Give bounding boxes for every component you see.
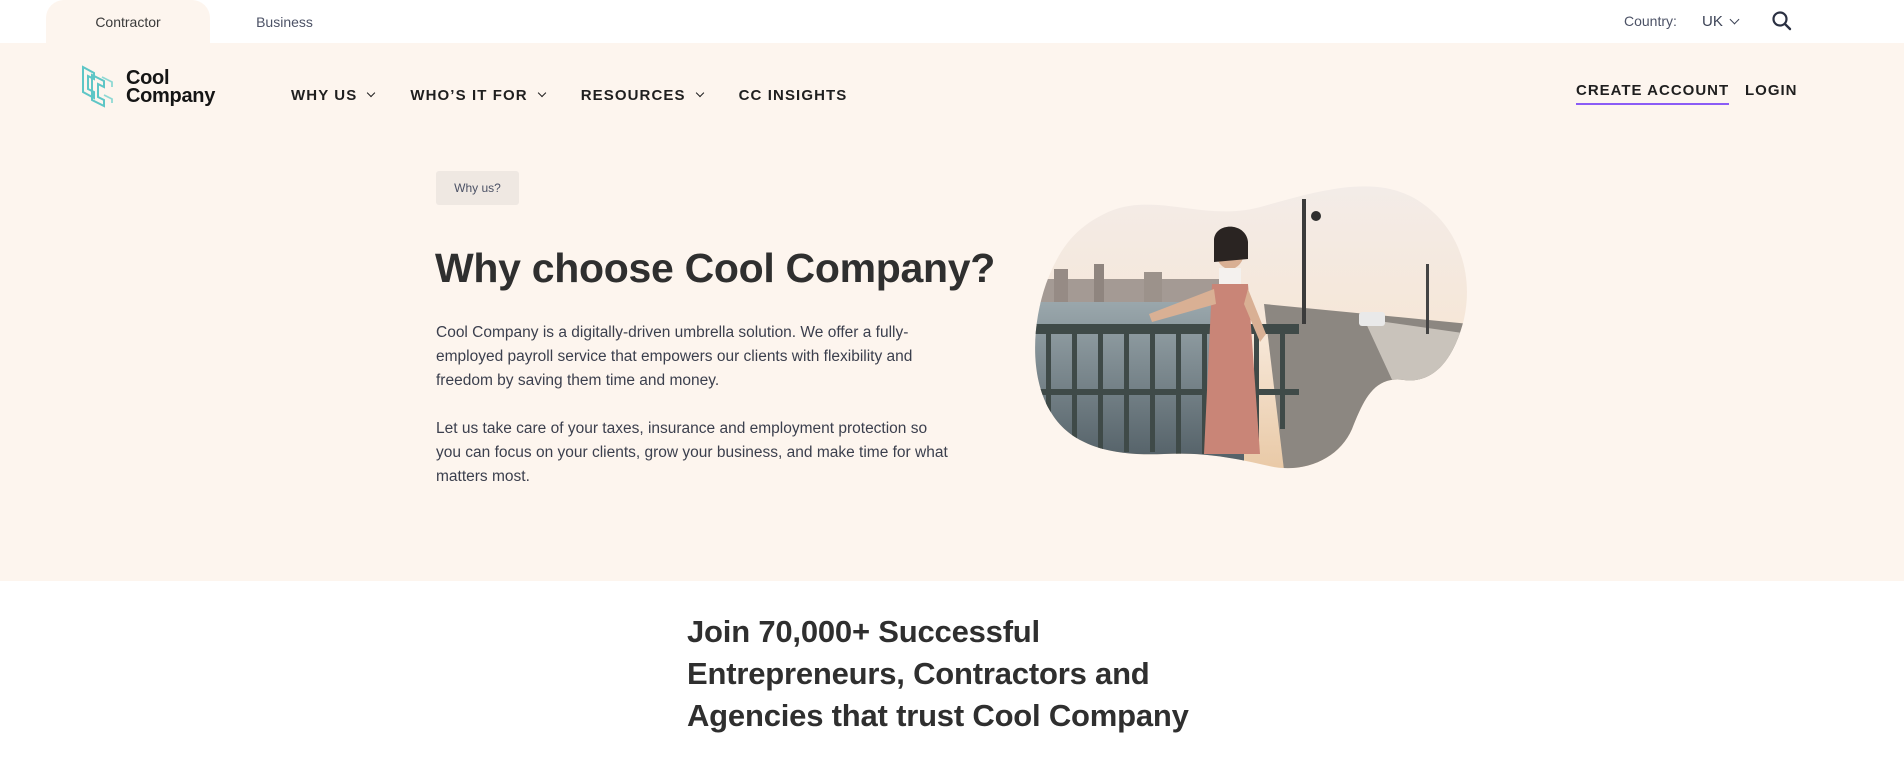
main-navigation: WHY US WHO’S IT FOR RESOURCES CC INSIGHT…	[291, 82, 883, 108]
chevron-down-icon	[367, 88, 376, 98]
trust-heading: Join 70,000+ Successful Entrepreneurs, C…	[687, 614, 1189, 733]
chevron-down-icon	[537, 88, 546, 98]
nav-cc-insights[interactable]: CC INSIGHTS	[739, 82, 848, 108]
nav-label: CC INSIGHTS	[738, 86, 848, 104]
search-icon[interactable]	[1771, 10, 1793, 32]
chevron-down-icon	[695, 88, 704, 98]
logo-line-2: Company	[126, 85, 216, 107]
hero-photo	[1035, 186, 1467, 469]
top-utility-bar: Contractor Business Country: UK	[0, 0, 1904, 43]
country-label: Country:	[1624, 13, 1677, 29]
create-account-link[interactable]: CREATE ACCOUNT	[1576, 82, 1730, 105]
nav-why-us[interactable]: WHY US	[291, 82, 376, 108]
logo-wordmark: Cool Company	[126, 68, 216, 107]
hero-title: Why choose Cool Company?	[435, 245, 995, 291]
tab-contractor[interactable]: Contractor	[46, 0, 210, 43]
tab-business[interactable]: Business	[212, 0, 357, 43]
nav-resources[interactable]: RESOURCES	[580, 82, 704, 108]
nav-label: WHY US	[291, 86, 358, 104]
logo-mark-icon	[82, 65, 113, 108]
logo[interactable]: Cool Company	[80, 63, 245, 111]
eyebrow-badge: Why us?	[436, 171, 519, 205]
login-link[interactable]: LOGIN	[1745, 82, 1798, 99]
chevron-down-icon	[1729, 14, 1740, 24]
hero-paragraph-1: Cool Company is a digitally-driven umbre…	[436, 324, 913, 389]
nav-whos-it-for[interactable]: WHO’S IT FOR	[410, 82, 546, 108]
hero-section: Cool Company WHY US WHO’S IT FOR RESOURC…	[0, 43, 1904, 581]
country-selector[interactable]: UK	[1702, 11, 1740, 31]
nav-label: WHO’S IT FOR	[410, 86, 528, 104]
hero-paragraph-2: Let us take care of your taxes, insuranc…	[436, 420, 948, 485]
nav-label: RESOURCES	[580, 86, 686, 104]
country-value: UK	[1702, 12, 1723, 30]
